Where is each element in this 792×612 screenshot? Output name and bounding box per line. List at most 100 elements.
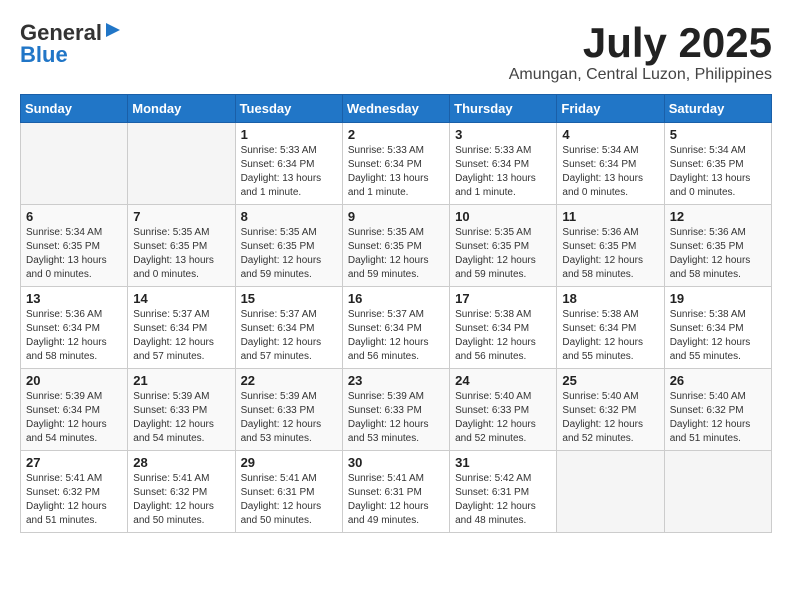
calendar-cell: 3 Sunrise: 5:33 AMSunset: 6:34 PMDaylight… <box>450 123 557 205</box>
page-title: July 2025 <box>509 20 772 66</box>
calendar-cell: 22 Sunrise: 5:39 AMSunset: 6:33 PMDayligh… <box>235 369 342 451</box>
day-info: Sunrise: 5:34 AMSunset: 6:34 PMDaylight:… <box>562 144 658 200</box>
calendar-cell: 31Sunrise: 5:42 AMSunset: 6:31 PMDayligh… <box>450 451 557 533</box>
day-info: Sunrise: 5:41 AMSunset: 6:32 PMDaylight:… <box>26 472 122 528</box>
calendar-cell: 4 Sunrise: 5:34 AMSunset: 6:34 PMDaylight… <box>557 123 664 205</box>
day-number: 7 <box>133 209 229 224</box>
weekday-header-tuesday: Tuesday <box>235 95 342 123</box>
calendar-week-row: 1 Sunrise: 5:33 AMSunset: 6:34 PMDaylight… <box>21 123 772 205</box>
day-number: 18 <box>562 291 658 306</box>
day-number: 15 <box>241 291 337 306</box>
day-info: Sunrise: 5:34 AMSunset: 6:35 PMDaylight:… <box>670 144 766 200</box>
day-info: Sunrise: 5:39 AMSunset: 6:33 PMDaylight:… <box>133 390 229 446</box>
calendar-cell: 21 Sunrise: 5:39 AMSunset: 6:33 PMDayligh… <box>128 369 235 451</box>
day-info: Sunrise: 5:37 AMSunset: 6:34 PMDaylight:… <box>241 308 337 364</box>
day-info: Sunrise: 5:37 AMSunset: 6:34 PMDaylight:… <box>348 308 444 364</box>
calendar-cell: 8 Sunrise: 5:35 AMSunset: 6:35 PMDaylight… <box>235 205 342 287</box>
day-info: Sunrise: 5:35 AMSunset: 6:35 PMDaylight:… <box>348 226 444 282</box>
day-number: 31 <box>455 455 551 470</box>
calendar-header-row: SundayMondayTuesdayWednesdayThursdayFrid… <box>21 95 772 123</box>
day-info: Sunrise: 5:41 AMSunset: 6:31 PMDaylight:… <box>348 472 444 528</box>
day-number: 19 <box>670 291 766 306</box>
calendar-cell: 20 Sunrise: 5:39 AMSunset: 6:34 PMDayligh… <box>21 369 128 451</box>
calendar-cell <box>21 123 128 205</box>
day-number: 20 <box>26 373 122 388</box>
logo-blue-text: Blue <box>20 42 68 68</box>
day-number: 3 <box>455 127 551 142</box>
calendar-cell: 5 Sunrise: 5:34 AMSunset: 6:35 PMDaylight… <box>664 123 771 205</box>
day-info: Sunrise: 5:41 AMSunset: 6:31 PMDaylight:… <box>241 472 337 528</box>
day-number: 16 <box>348 291 444 306</box>
calendar-cell: 2Sunrise: 5:33 AMSunset: 6:34 PMDaylight… <box>342 123 449 205</box>
day-number: 17 <box>455 291 551 306</box>
calendar-week-row: 6 Sunrise: 5:34 AMSunset: 6:35 PMDaylight… <box>21 205 772 287</box>
day-info: Sunrise: 5:40 AMSunset: 6:32 PMDaylight:… <box>670 390 766 446</box>
day-number: 4 <box>562 127 658 142</box>
page-header: General Blue July 2025 Amungan, Central … <box>20 20 772 84</box>
day-number: 9 <box>348 209 444 224</box>
day-number: 24 <box>455 373 551 388</box>
day-number: 14 <box>133 291 229 306</box>
weekday-header-saturday: Saturday <box>664 95 771 123</box>
calendar-cell: 13Sunrise: 5:36 AMSunset: 6:34 PMDayligh… <box>21 287 128 369</box>
day-info: Sunrise: 5:34 AMSunset: 6:35 PMDaylight:… <box>26 226 122 282</box>
calendar-cell: 15 Sunrise: 5:37 AMSunset: 6:34 PMDayligh… <box>235 287 342 369</box>
calendar-table: SundayMondayTuesdayWednesdayThursdayFrid… <box>20 94 772 533</box>
day-info: Sunrise: 5:38 AMSunset: 6:34 PMDaylight:… <box>455 308 551 364</box>
day-info: Sunrise: 5:39 AMSunset: 6:33 PMDaylight:… <box>348 390 444 446</box>
title-block: July 2025 Amungan, Central Luzon, Philip… <box>509 20 772 84</box>
day-info: Sunrise: 5:37 AMSunset: 6:34 PMDaylight:… <box>133 308 229 364</box>
calendar-cell <box>128 123 235 205</box>
day-info: Sunrise: 5:39 AMSunset: 6:34 PMDaylight:… <box>26 390 122 446</box>
day-number: 8 <box>241 209 337 224</box>
day-info: Sunrise: 5:36 AMSunset: 6:35 PMDaylight:… <box>670 226 766 282</box>
calendar-cell: 23 Sunrise: 5:39 AMSunset: 6:33 PMDayligh… <box>342 369 449 451</box>
day-number: 5 <box>670 127 766 142</box>
day-info: Sunrise: 5:35 AMSunset: 6:35 PMDaylight:… <box>241 226 337 282</box>
calendar-cell: 19 Sunrise: 5:38 AMSunset: 6:34 PMDayligh… <box>664 287 771 369</box>
calendar-cell <box>664 451 771 533</box>
calendar-cell: 1 Sunrise: 5:33 AMSunset: 6:34 PMDaylight… <box>235 123 342 205</box>
calendar-cell: 16 Sunrise: 5:37 AMSunset: 6:34 PMDayligh… <box>342 287 449 369</box>
day-info: Sunrise: 5:35 AMSunset: 6:35 PMDaylight:… <box>133 226 229 282</box>
day-info: Sunrise: 5:36 AMSunset: 6:35 PMDaylight:… <box>562 226 658 282</box>
day-info: Sunrise: 5:33 AMSunset: 6:34 PMDaylight:… <box>455 144 551 200</box>
day-number: 22 <box>241 373 337 388</box>
day-number: 12 <box>670 209 766 224</box>
calendar-cell: 17 Sunrise: 5:38 AMSunset: 6:34 PMDayligh… <box>450 287 557 369</box>
day-info: Sunrise: 5:38 AMSunset: 6:34 PMDaylight:… <box>562 308 658 364</box>
calendar-cell: 25Sunrise: 5:40 AMSunset: 6:32 PMDayligh… <box>557 369 664 451</box>
day-info: Sunrise: 5:36 AMSunset: 6:34 PMDaylight:… <box>26 308 122 364</box>
calendar-cell: 14 Sunrise: 5:37 AMSunset: 6:34 PMDayligh… <box>128 287 235 369</box>
day-number: 10 <box>455 209 551 224</box>
day-info: Sunrise: 5:41 AMSunset: 6:32 PMDaylight:… <box>133 472 229 528</box>
day-number: 29 <box>241 455 337 470</box>
day-info: Sunrise: 5:39 AMSunset: 6:33 PMDaylight:… <box>241 390 337 446</box>
weekday-header-sunday: Sunday <box>21 95 128 123</box>
calendar-cell: 18 Sunrise: 5:38 AMSunset: 6:34 PMDayligh… <box>557 287 664 369</box>
day-number: 1 <box>241 127 337 142</box>
calendar-cell: 30 Sunrise: 5:41 AMSunset: 6:31 PMDayligh… <box>342 451 449 533</box>
calendar-cell: 26 Sunrise: 5:40 AMSunset: 6:32 PMDayligh… <box>664 369 771 451</box>
day-info: Sunrise: 5:33 AMSunset: 6:34 PMDaylight:… <box>241 144 337 200</box>
calendar-cell: 7 Sunrise: 5:35 AMSunset: 6:35 PMDaylight… <box>128 205 235 287</box>
calendar-cell: 9 Sunrise: 5:35 AMSunset: 6:35 PMDaylight… <box>342 205 449 287</box>
day-number: 11 <box>562 209 658 224</box>
day-number: 23 <box>348 373 444 388</box>
weekday-header-wednesday: Wednesday <box>342 95 449 123</box>
day-info: Sunrise: 5:38 AMSunset: 6:34 PMDaylight:… <box>670 308 766 364</box>
calendar-cell: 24Sunrise: 5:40 AMSunset: 6:33 PMDayligh… <box>450 369 557 451</box>
day-number: 21 <box>133 373 229 388</box>
day-number: 27 <box>26 455 122 470</box>
calendar-cell: 6 Sunrise: 5:34 AMSunset: 6:35 PMDaylight… <box>21 205 128 287</box>
weekday-header-thursday: Thursday <box>450 95 557 123</box>
day-info: Sunrise: 5:35 AMSunset: 6:35 PMDaylight:… <box>455 226 551 282</box>
calendar-week-row: 13Sunrise: 5:36 AMSunset: 6:34 PMDayligh… <box>21 287 772 369</box>
calendar-cell: 11 Sunrise: 5:36 AMSunset: 6:35 PMDayligh… <box>557 205 664 287</box>
calendar-cell <box>557 451 664 533</box>
day-number: 28 <box>133 455 229 470</box>
logo: General Blue <box>20 20 122 68</box>
day-number: 6 <box>26 209 122 224</box>
day-number: 26 <box>670 373 766 388</box>
day-number: 30 <box>348 455 444 470</box>
